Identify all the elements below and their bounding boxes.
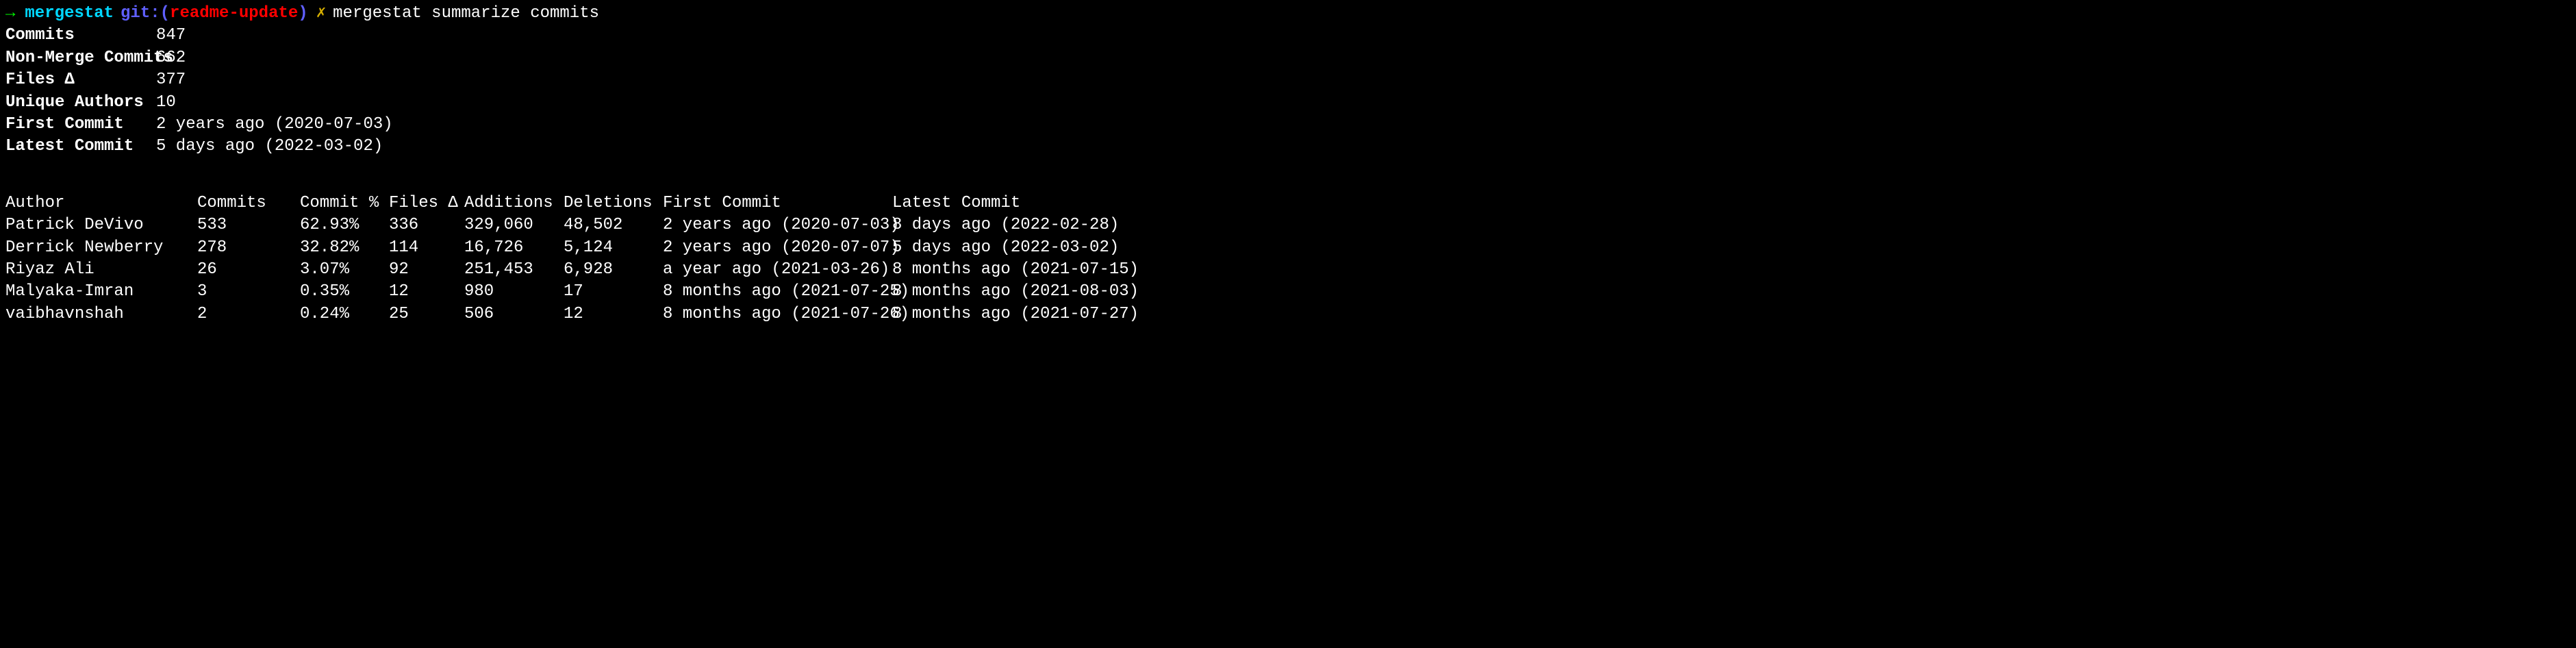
cell-commit-pct: 3.07% xyxy=(300,259,389,281)
prompt-dirty-icon: ✗ xyxy=(316,3,326,25)
summary-label: Unique Authors xyxy=(5,92,156,114)
cell-latest-commit: 8 months ago (2021-08-03) xyxy=(892,281,1122,303)
cell-commits: 533 xyxy=(197,214,300,236)
cell-commit-pct: 0.35% xyxy=(300,281,389,303)
cell-latest-commit: 8 days ago (2022-02-28) xyxy=(892,214,1122,236)
cell-author: Patrick DeVivo xyxy=(5,214,197,236)
summary-value: 2 years ago (2020-07-03) xyxy=(156,114,393,136)
prompt-arrow-icon: → xyxy=(5,3,15,25)
cell-deletions: 48,502 xyxy=(564,214,663,236)
cell-additions: 16,726 xyxy=(464,237,564,259)
summary-label: First Commit xyxy=(5,114,156,136)
cell-commits: 278 xyxy=(197,237,300,259)
summary-row: First Commit 2 years ago (2020-07-03) xyxy=(5,114,2571,136)
cell-latest-commit: 8 months ago (2021-07-27) xyxy=(892,303,1122,325)
summary-value: 377 xyxy=(156,69,186,91)
header-deletions: Deletions xyxy=(564,192,663,214)
cell-additions: 506 xyxy=(464,303,564,325)
header-additions: Additions xyxy=(464,192,564,214)
command-text: mergestat summarize commits xyxy=(333,3,599,25)
summary-block: Commits 847 Non-Merge Commits 662 Files … xyxy=(5,25,2571,158)
cell-commit-pct: 32.82% xyxy=(300,237,389,259)
summary-row: Non-Merge Commits 662 xyxy=(5,47,2571,69)
cell-author: vaibhavnshah xyxy=(5,303,197,325)
cell-commits: 26 xyxy=(197,259,300,281)
cell-deletions: 6,928 xyxy=(564,259,663,281)
cell-deletions: 17 xyxy=(564,281,663,303)
git-branch: readme-update xyxy=(170,3,298,25)
cell-commits: 3 xyxy=(197,281,300,303)
cell-author: Malyaka-Imran xyxy=(5,281,197,303)
cell-files-delta: 12 xyxy=(389,281,464,303)
cell-commit-pct: 62.93% xyxy=(300,214,389,236)
header-commit-pct: Commit % xyxy=(300,192,389,214)
summary-value: 5 days ago (2022-03-02) xyxy=(156,136,383,158)
cell-files-delta: 92 xyxy=(389,259,464,281)
cell-commits: 2 xyxy=(197,303,300,325)
summary-label: Non-Merge Commits xyxy=(5,47,156,69)
shell-prompt[interactable]: → mergestat git:(readme-update) ✗ merges… xyxy=(5,3,2571,25)
header-files-delta: Files Δ xyxy=(389,192,464,214)
summary-label: Latest Commit xyxy=(5,136,156,158)
cell-files-delta: 25 xyxy=(389,303,464,325)
table-header-row: Author Commits Commit % Files Δ Addition… xyxy=(5,192,2571,214)
cell-files-delta: 336 xyxy=(389,214,464,236)
summary-value: 10 xyxy=(156,92,176,114)
summary-row: Files Δ 377 xyxy=(5,69,2571,91)
prompt-directory: mergestat xyxy=(25,3,114,25)
cell-files-delta: 114 xyxy=(389,237,464,259)
table-row: vaibhavnshah 2 0.24% 25 506 12 8 months … xyxy=(5,303,2571,325)
cell-latest-commit: 8 months ago (2021-07-15) xyxy=(892,259,1122,281)
header-first-commit: First Commit xyxy=(663,192,892,214)
header-commits: Commits xyxy=(197,192,300,214)
summary-label: Commits xyxy=(5,25,156,47)
cell-first-commit: 2 years ago (2020-07-03) xyxy=(663,214,892,236)
git-close-paren: ) xyxy=(298,3,307,25)
summary-row: Unique Authors 10 xyxy=(5,92,2571,114)
git-label: git:( xyxy=(121,3,170,25)
table-row: Malyaka-Imran 3 0.35% 12 980 17 8 months… xyxy=(5,281,2571,303)
header-latest-commit: Latest Commit xyxy=(892,192,1122,214)
cell-deletions: 5,124 xyxy=(564,237,663,259)
cell-additions: 980 xyxy=(464,281,564,303)
cell-commit-pct: 0.24% xyxy=(300,303,389,325)
cell-first-commit: 2 years ago (2020-07-07) xyxy=(663,237,892,259)
table-row: Riyaz Ali 26 3.07% 92 251,453 6,928 a ye… xyxy=(5,259,2571,281)
table-row: Patrick DeVivo 533 62.93% 336 329,060 48… xyxy=(5,214,2571,236)
summary-row: Commits 847 xyxy=(5,25,2571,47)
cell-latest-commit: 5 days ago (2022-03-02) xyxy=(892,237,1122,259)
cell-additions: 251,453 xyxy=(464,259,564,281)
summary-value: 662 xyxy=(156,47,186,69)
cell-first-commit: a year ago (2021-03-26) xyxy=(663,259,892,281)
authors-table: Author Commits Commit % Files Δ Addition… xyxy=(5,192,2571,325)
summary-row: Latest Commit 5 days ago (2022-03-02) xyxy=(5,136,2571,158)
summary-label: Files Δ xyxy=(5,69,156,91)
cell-author: Riyaz Ali xyxy=(5,259,197,281)
cell-additions: 329,060 xyxy=(464,214,564,236)
cell-author: Derrick Newberry xyxy=(5,237,197,259)
table-row: Derrick Newberry 278 32.82% 114 16,726 5… xyxy=(5,237,2571,259)
cell-first-commit: 8 months ago (2021-07-26) xyxy=(663,303,892,325)
cell-deletions: 12 xyxy=(564,303,663,325)
summary-value: 847 xyxy=(156,25,186,47)
header-author: Author xyxy=(5,192,197,214)
cell-first-commit: 8 months ago (2021-07-25) xyxy=(663,281,892,303)
